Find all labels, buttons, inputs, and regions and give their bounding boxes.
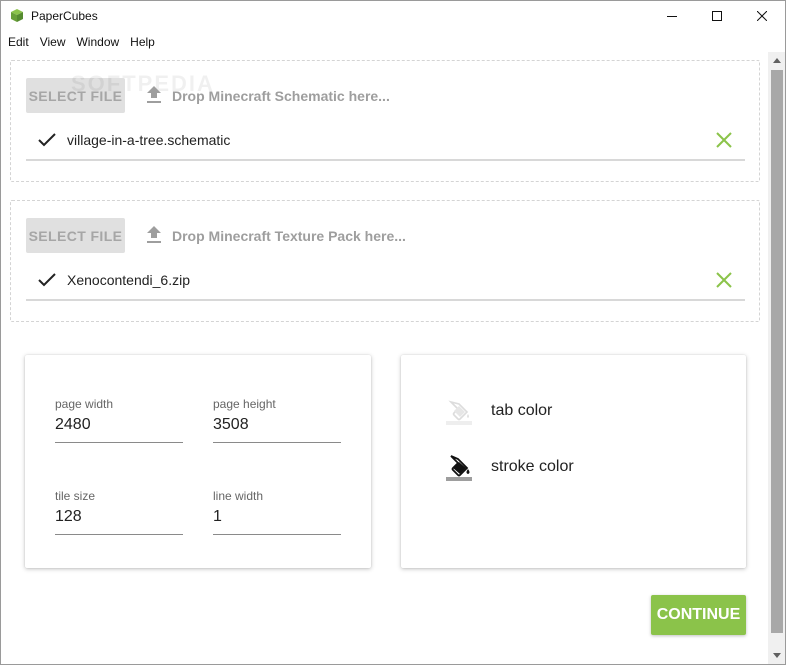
schematic-drop-zone[interactable]: SELECT FILE SOFTPEDIA Drop Minecraft Sch… — [10, 60, 760, 182]
tile-size-input[interactable]: 128 — [55, 508, 183, 535]
schematic-drop-text: Drop Minecraft Schematic here... — [172, 88, 390, 104]
page-width-input[interactable]: 2480 — [55, 416, 183, 443]
tile-size-field[interactable]: tile size 128 — [55, 489, 183, 535]
stroke-color-swatch — [446, 477, 472, 481]
tab-color-bucket-icon[interactable] — [445, 397, 473, 425]
continue-button[interactable]: CONTINUE — [651, 595, 746, 635]
upload-icon — [147, 86, 161, 103]
page-height-input[interactable]: 3508 — [213, 416, 341, 443]
tab-color-swatch — [446, 421, 472, 425]
menu-bar: Edit View Window Help — [1, 32, 785, 52]
page-height-field[interactable]: page height 3508 — [213, 397, 341, 443]
texture-pack-file-name: Xenocontendi_6.zip — [67, 272, 190, 288]
scroll-down-arrow-icon — [772, 653, 781, 658]
tab-color-row[interactable]: tab color — [445, 397, 552, 425]
tab-color-label: tab color — [491, 402, 553, 419]
page-width-label: page width — [55, 397, 114, 411]
line-width-label: line width — [213, 489, 264, 503]
line-width-field[interactable]: line width 1 — [213, 489, 341, 535]
check-icon — [38, 273, 56, 287]
close-button[interactable] — [739, 1, 784, 31]
tile-size-label: tile size — [55, 489, 96, 503]
upload-icon — [147, 226, 161, 243]
page-width-field[interactable]: page width 2480 — [55, 397, 183, 443]
texture-pack-file-row: Xenocontendi_6.zip — [26, 261, 745, 301]
scroll-down-button[interactable] — [768, 647, 785, 664]
window-title: PaperCubes — [31, 9, 98, 23]
schematic-file-name: village-in-a-tree.schematic — [67, 132, 231, 148]
stroke-color-bucket-icon[interactable] — [445, 453, 473, 481]
page-height-label: page height — [213, 397, 276, 411]
stroke-color-row[interactable]: stroke color — [445, 453, 574, 481]
minimize-icon — [666, 16, 677, 17]
app-cube-icon — [11, 9, 23, 22]
remove-schematic-icon[interactable] — [716, 132, 732, 148]
scroll-thumb[interactable] — [771, 70, 783, 633]
minimize-button[interactable] — [649, 1, 694, 31]
maximize-icon — [711, 11, 722, 21]
scroll-up-arrow-icon — [772, 58, 781, 63]
line-width-input[interactable]: 1 — [213, 508, 341, 535]
maximize-button[interactable] — [694, 1, 739, 31]
texture-pack-drop-text: Drop Minecraft Texture Pack here... — [172, 228, 406, 244]
close-icon — [756, 11, 767, 21]
schematic-file-row: village-in-a-tree.schematic — [26, 121, 745, 161]
page-settings-card: page width 2480 page height 3508 tile si… — [25, 355, 371, 568]
menu-edit[interactable]: Edit — [8, 35, 29, 49]
check-icon — [38, 133, 56, 147]
menu-help[interactable]: Help — [130, 35, 155, 49]
select-texture-pack-button[interactable]: SELECT FILE — [26, 218, 125, 253]
title-bar[interactable]: PaperCubes — [1, 1, 785, 31]
main-content: SELECT FILE SOFTPEDIA Drop Minecraft Sch… — [1, 52, 768, 664]
vertical-scrollbar[interactable] — [768, 52, 785, 664]
remove-texture-pack-icon[interactable] — [716, 272, 732, 288]
app-window: PaperCubes Edit View Window Help SELECT … — [0, 0, 786, 665]
stroke-color-label: stroke color — [491, 458, 574, 475]
scroll-up-button[interactable] — [768, 52, 785, 69]
texture-pack-drop-zone[interactable]: SELECT FILE Drop Minecraft Texture Pack … — [10, 200, 760, 322]
menu-window[interactable]: Window — [76, 35, 119, 49]
color-settings-card: tab color stroke color — [401, 355, 746, 568]
menu-view[interactable]: View — [40, 35, 66, 49]
